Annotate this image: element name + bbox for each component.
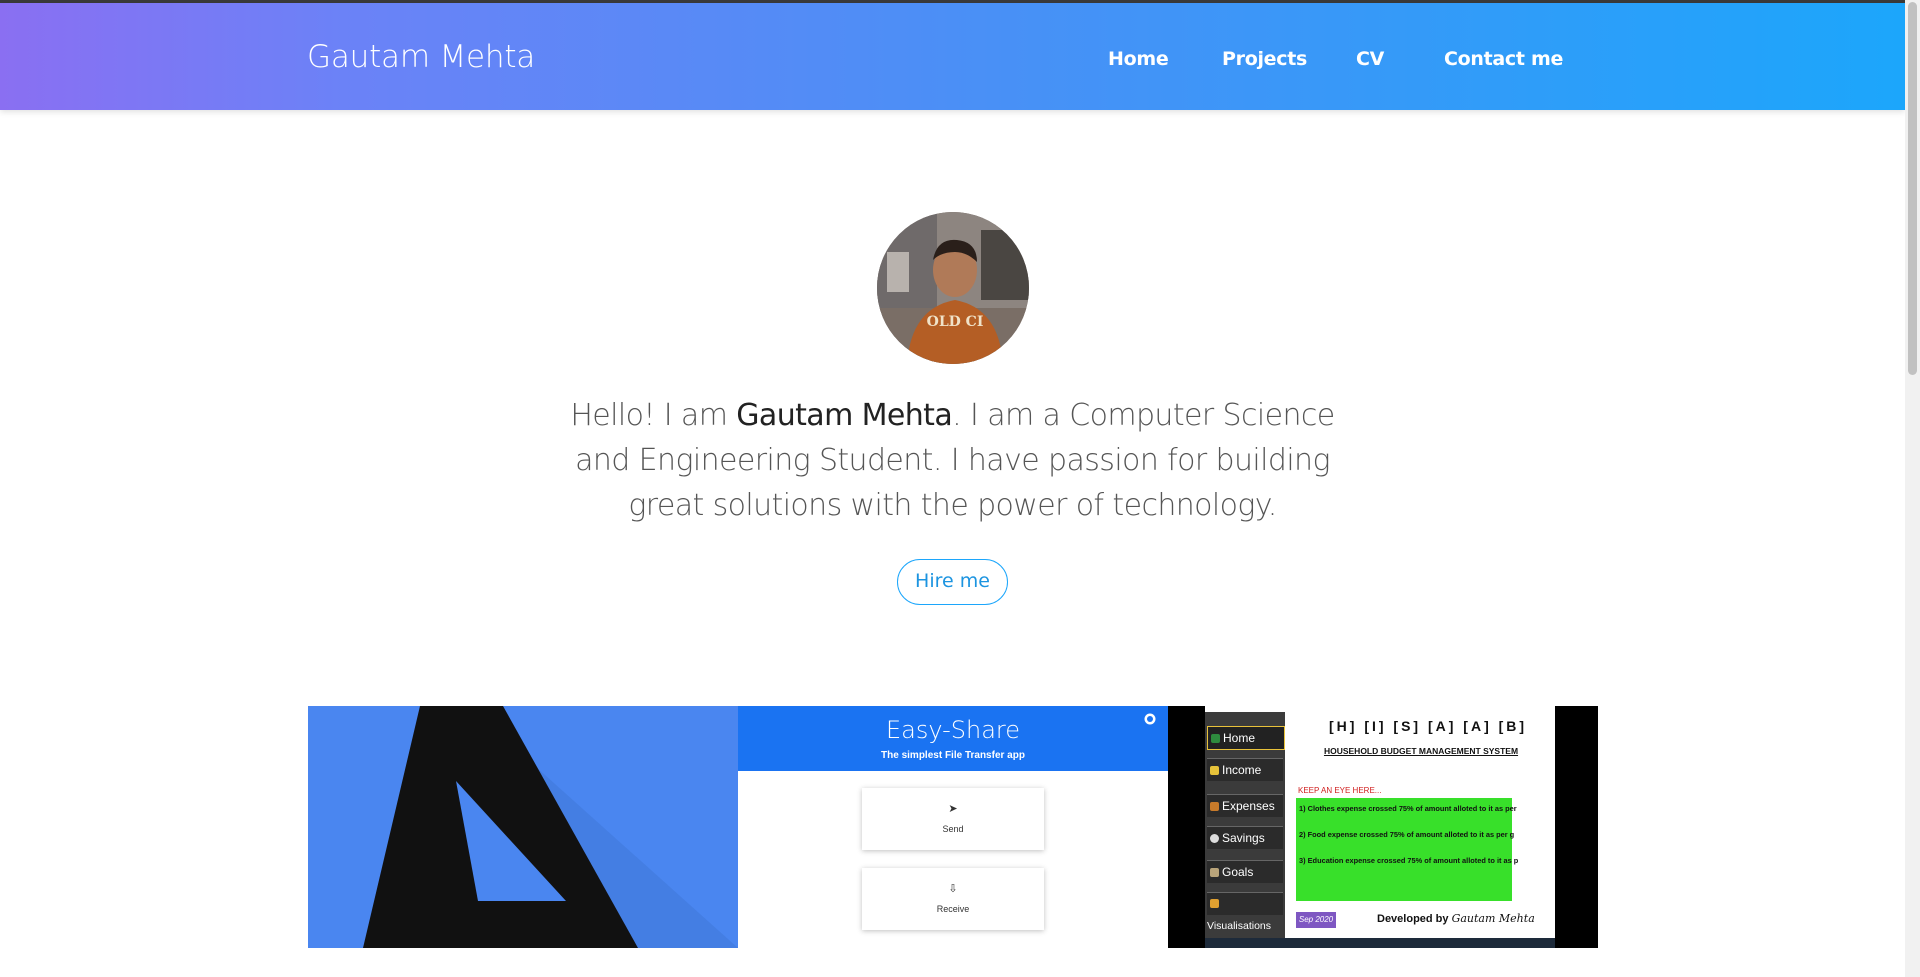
budget-title: HOUSEHOLD BUDGET MANAGEMENT SYSTEM: [1323, 746, 1519, 756]
budget-date-badge: Sep 2020: [1296, 912, 1336, 928]
intro-prefix: Hello! I am: [570, 398, 737, 433]
send-card[interactable]: ➤ Send: [862, 788, 1044, 850]
send-icon: ➤: [948, 803, 958, 815]
hire-me-button[interactable]: Hire me: [897, 559, 1008, 605]
project-card-easy-share[interactable]: Easy-Share The simplest File Transfer ap…: [738, 706, 1168, 948]
page-scrollbar[interactable]: [1905, 0, 1920, 977]
project-card-budget[interactable]: Home Income Expenses Savings Goals Visua…: [1168, 706, 1598, 948]
budget-developed-by: Developed by Gautam Mehta: [1377, 912, 1535, 925]
scrollbar-thumb[interactable]: [1908, 2, 1917, 375]
budget-alert-panel: 1) Clothes expense crossed 75% of amount…: [1296, 798, 1518, 901]
easy-share-subtitle: The simplest File Transfer app: [881, 750, 1025, 761]
avatar: OLD CI: [877, 212, 1029, 364]
triangle-logo-icon: [308, 706, 738, 948]
budget-alert-line: 2) Food expense crossed 75% of amount al…: [1299, 830, 1515, 839]
brand-name[interactable]: Gautam Mehta: [307, 39, 535, 75]
budget-menu-savings: Savings: [1207, 826, 1283, 849]
budget-menu-visualisations: Visualisations: [1207, 892, 1283, 932]
budget-alert: KEEP AN EYE HERE...: [1298, 786, 1382, 795]
shirt-text: OLD CI: [927, 314, 984, 330]
budget-menu-expenses: Expenses: [1207, 794, 1283, 817]
coins-icon: [1210, 766, 1219, 775]
navbar: Gautam Mehta Home Projects CV Contact me: [0, 3, 1905, 110]
intro-text: Hello! I am Gautam Mehta. I am a Compute…: [540, 393, 1365, 528]
budget-menu-goals: Goals: [1207, 860, 1283, 883]
budget-alert-line: 3) Education expense crossed 75% of amou…: [1299, 856, 1519, 865]
budget-screenshot: Home Income Expenses Savings Goals Visua…: [1205, 706, 1555, 948]
receive-label: Receive: [936, 904, 970, 914]
budget-sidebar: Home Income Expenses Savings Goals Visua…: [1205, 712, 1285, 938]
receipt-icon: [1210, 802, 1219, 811]
home-icon: [1211, 734, 1220, 743]
send-label: Send: [942, 824, 964, 834]
project-card-logo[interactable]: [308, 706, 738, 948]
nav-projects[interactable]: Projects: [1222, 48, 1307, 70]
nav-contact[interactable]: Contact me: [1444, 48, 1563, 70]
receive-card[interactable]: ⇩ Receive: [862, 868, 1044, 930]
intro-name: Gautam Mehta: [736, 398, 953, 433]
easy-share-header: Easy-Share The simplest File Transfer ap…: [738, 706, 1168, 771]
windows-taskbar: [1205, 938, 1555, 948]
budget-alert-line: 1) Clothes expense crossed 75% of amount…: [1299, 804, 1517, 813]
budget-main: [H] [I] [S] [A] [A] [B] HOUSEHOLD BUDGET…: [1291, 706, 1551, 940]
nav-cv[interactable]: CV: [1356, 48, 1384, 70]
budget-menu-income: Income: [1207, 758, 1283, 781]
profile-photo: OLD CI: [877, 212, 1029, 364]
budget-menu-home: Home: [1207, 726, 1285, 750]
github-icon: [1144, 713, 1156, 725]
bar-chart-icon: [1210, 899, 1219, 908]
nav-home[interactable]: Home: [1108, 48, 1169, 70]
budget-letters: [H] [I] [S] [A] [A] [B]: [1329, 718, 1528, 734]
goals-icon: [1210, 868, 1219, 877]
receive-icon: ⇩: [948, 883, 958, 895]
easy-share-title: Easy-Share: [885, 716, 1021, 744]
savings-icon: [1210, 834, 1219, 843]
